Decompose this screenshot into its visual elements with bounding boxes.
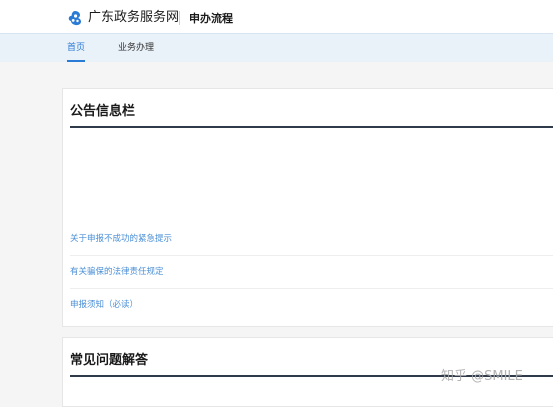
notice-panel: 公告信息栏 关于申报不成功的紧急提示 有关骗保的法律责任规定 申报须知（必读） [62,88,553,327]
notice-link-application-guide[interactable]: 申报须知（必读） [70,300,138,311]
notice-link-urgent-tip[interactable]: 关于申报不成功的紧急提示 [70,234,172,245]
header-divider [179,11,180,25]
notice-panel-rule [70,126,553,128]
list-item: 关于申报不成功的紧急提示 [70,223,553,256]
watermark: 知乎 @SMILE [441,369,523,384]
top-header: 广东政务服务网 申办流程 [0,0,553,33]
list-item: 申报须知（必读） [70,289,553,322]
guangdong-gov-logo-icon[interactable] [67,10,83,26]
site-name[interactable]: 广东政务服务网 [88,10,179,26]
nav-item-home[interactable]: 首页 [67,42,85,54]
notice-panel-title: 公告信息栏 [70,104,136,119]
nav-bar: 首页 业务办理 [0,33,553,62]
list-item: 有关骗保的法律责任规定 [70,256,553,289]
faq-panel-title: 常见问题解答 [70,353,149,368]
nav-active-indicator [67,60,85,62]
notice-link-legal-liability[interactable]: 有关骗保的法律责任规定 [70,267,164,278]
nav-item-business[interactable]: 业务办理 [118,42,154,54]
page-heading: 申办流程 [189,12,233,25]
